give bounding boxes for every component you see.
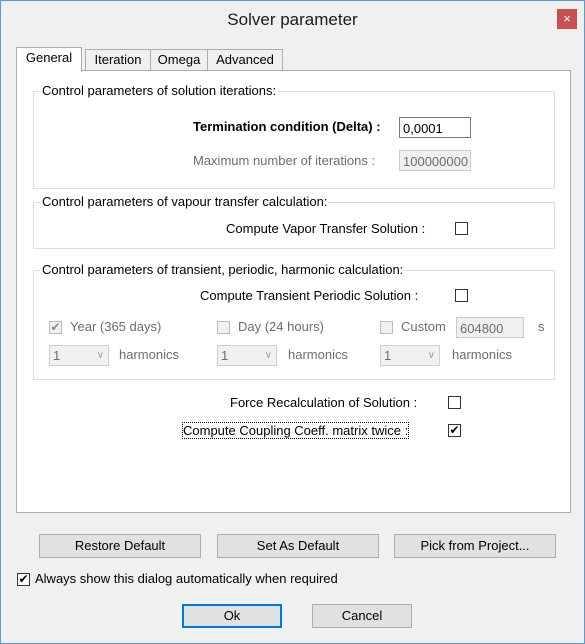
iterations-group: Control parameters of solution iteration… xyxy=(33,83,555,189)
chevron-down-icon: ∨ xyxy=(96,350,104,361)
transient-label: Compute Transient Periodic Solution : xyxy=(200,288,419,303)
day-label: Day (24 hours) xyxy=(238,319,324,334)
year-harmonics-label: harmonics xyxy=(119,347,179,362)
vapour-group: Control parameters of vapour transfer ca… xyxy=(33,194,555,249)
max-iterations-input[interactable]: 100000000 xyxy=(399,150,471,171)
custom-harmonics-value: 1 xyxy=(384,348,392,363)
custom-harmonics-label: harmonics xyxy=(452,347,512,362)
tab-advanced[interactable]: Advanced xyxy=(207,49,283,71)
day-checkbox[interactable] xyxy=(217,321,230,334)
pick-from-project-button[interactable]: Pick from Project... xyxy=(394,534,556,558)
max-iterations-label: Maximum number of iterations : xyxy=(193,153,376,168)
year-harmonics-select[interactable]: 1 ∨ xyxy=(49,345,109,366)
always-show-label: Always show this dialog automatically wh… xyxy=(35,571,338,586)
cancel-button[interactable]: Cancel xyxy=(312,604,412,628)
day-harmonics-value: 1 xyxy=(221,348,229,363)
set-as-default-button[interactable]: Set As Default xyxy=(217,534,379,558)
transient-group: Control parameters of transient, periodi… xyxy=(33,262,555,380)
year-checkbox[interactable]: ✔ xyxy=(49,321,62,334)
coupling-coeff-checkbox[interactable]: ✔ xyxy=(448,424,461,437)
transient-group-title: Control parameters of transient, periodi… xyxy=(40,262,406,277)
coupling-coeff-label: Compute Coupling Coeff. matrix twice : xyxy=(181,422,410,439)
tab-omega[interactable]: Omega xyxy=(150,49,208,71)
custom-checkbox[interactable] xyxy=(380,321,393,334)
general-tab-panel: Control parameters of solution iteration… xyxy=(16,70,571,513)
chevron-down-icon: ∨ xyxy=(264,350,272,361)
day-harmonics-label: harmonics xyxy=(288,347,348,362)
tab-iteration[interactable]: Iteration xyxy=(85,49,151,71)
force-recalc-label: Force Recalculation of Solution : xyxy=(230,395,418,410)
force-recalc-checkbox[interactable] xyxy=(448,396,461,409)
ok-button[interactable]: Ok xyxy=(182,604,282,628)
custom-harmonics-select[interactable]: 1 ∨ xyxy=(380,345,440,366)
year-label: Year (365 days) xyxy=(70,319,162,334)
iterations-group-title: Control parameters of solution iteration… xyxy=(40,83,279,98)
window-title: Solver parameter xyxy=(227,10,358,29)
custom-label: Custom xyxy=(401,319,446,334)
vapor-transfer-checkbox[interactable] xyxy=(455,222,468,235)
year-harmonics-value: 1 xyxy=(53,348,61,363)
custom-period-input[interactable]: 604800 xyxy=(456,317,524,338)
vapor-transfer-label: Compute Vapor Transfer Solution : xyxy=(226,221,426,236)
solver-parameter-dialog: Solver parameter × General Iteration Ome… xyxy=(0,0,585,644)
transient-checkbox[interactable] xyxy=(455,289,468,302)
close-button[interactable]: × xyxy=(557,9,577,29)
chevron-down-icon: ∨ xyxy=(427,350,435,361)
custom-unit-label: s xyxy=(538,319,545,334)
termination-label: Termination condition (Delta) : xyxy=(193,119,381,134)
day-harmonics-select[interactable]: 1 ∨ xyxy=(217,345,277,366)
vapour-group-title: Control parameters of vapour transfer ca… xyxy=(40,194,330,209)
title-bar: Solver parameter × xyxy=(1,1,584,37)
always-show-checkbox[interactable]: ✔ xyxy=(17,573,30,586)
tab-general[interactable]: General xyxy=(16,47,82,72)
restore-default-button[interactable]: Restore Default xyxy=(39,534,201,558)
termination-input[interactable]: 0,0001 xyxy=(399,117,471,138)
